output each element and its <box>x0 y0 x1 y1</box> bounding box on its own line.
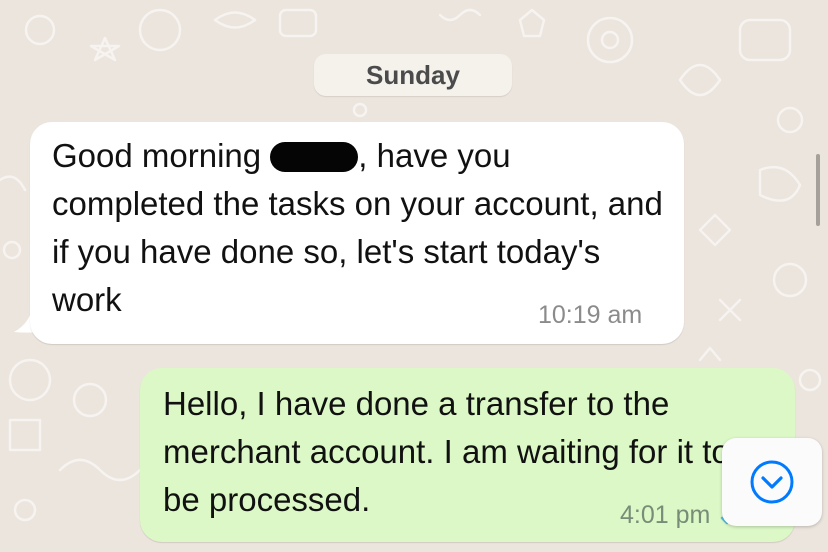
incoming-message-text: Good morning , have you completed the ta… <box>52 132 668 324</box>
outgoing-message-bubble[interactable]: Hello, I have done a transfer to the mer… <box>140 368 795 542</box>
incoming-message-text-start: Good morning <box>52 137 271 174</box>
scroll-to-bottom-button[interactable] <box>722 438 822 526</box>
incoming-message-bubble[interactable]: Good morning , have you completed the ta… <box>30 122 684 344</box>
chevron-down-circle-icon <box>750 460 794 504</box>
outgoing-message-timestamp: 4:01 pm <box>620 501 711 529</box>
redacted-name <box>270 142 359 172</box>
date-separator-label: Sunday <box>366 59 460 90</box>
incoming-message-timestamp: 10:19 am <box>538 301 643 329</box>
date-separator: Sunday <box>314 54 512 96</box>
scrollbar[interactable] <box>816 154 820 226</box>
